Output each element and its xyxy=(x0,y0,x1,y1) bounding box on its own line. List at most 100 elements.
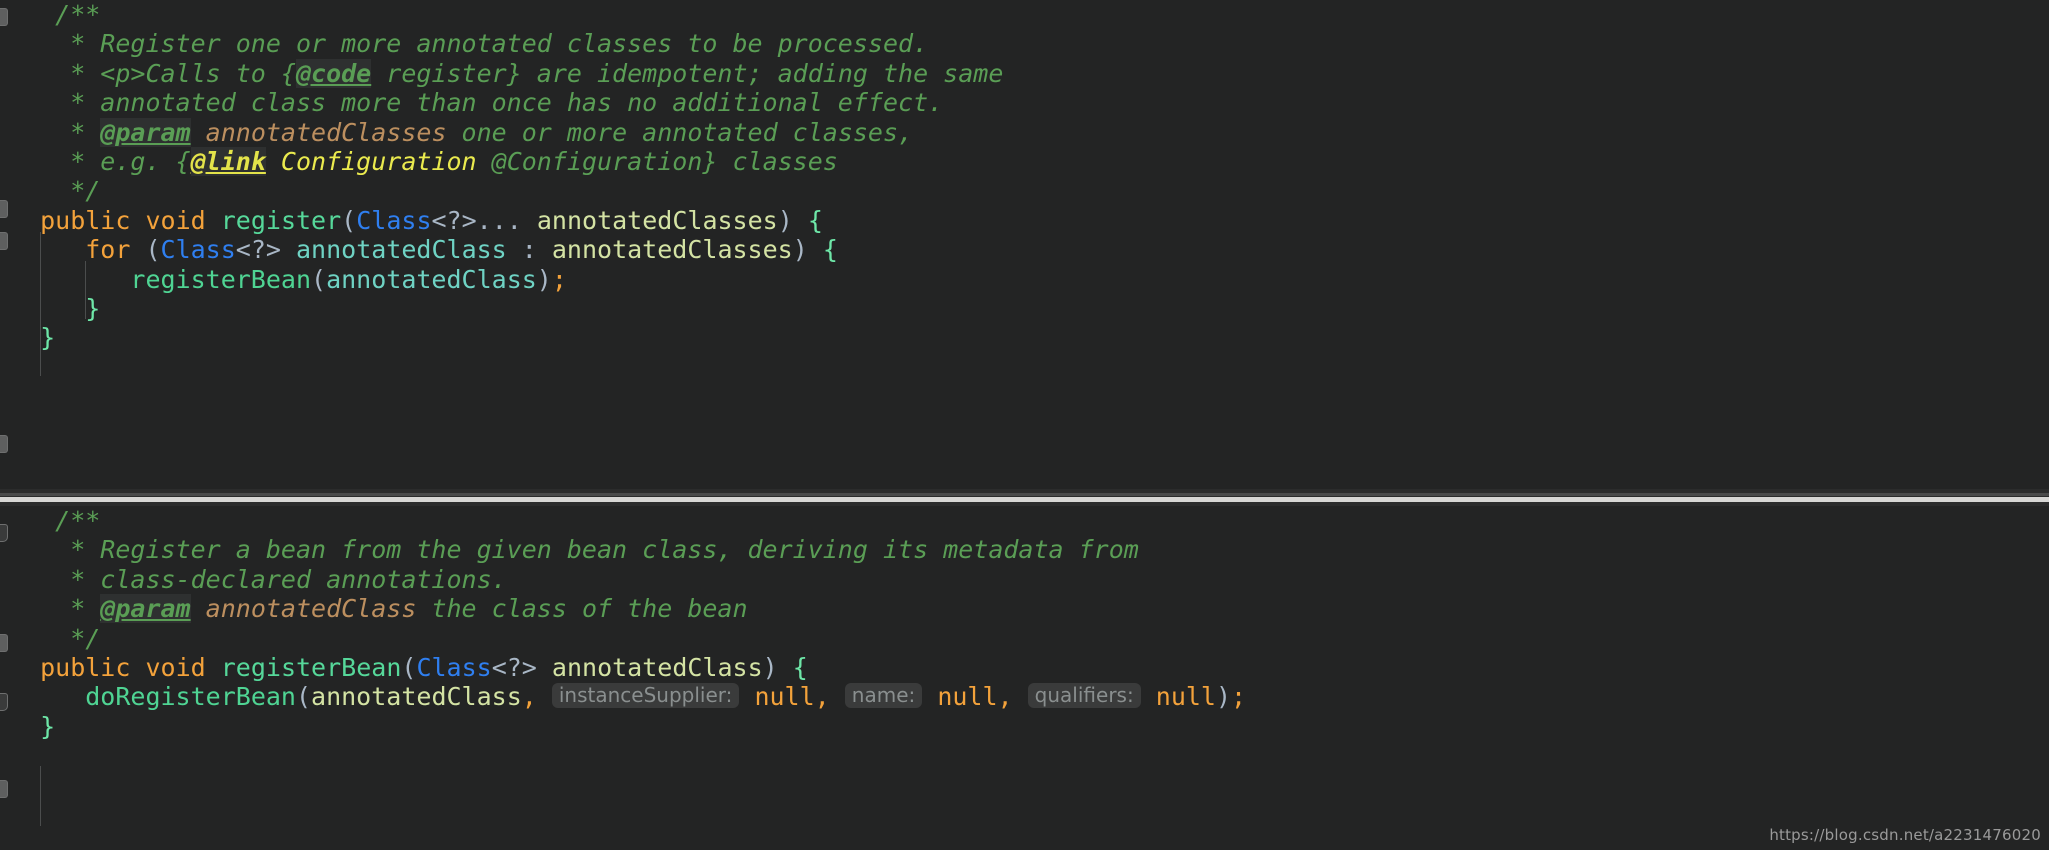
code-token: register} are idempotent; adding the sam… xyxy=(371,58,1004,88)
indent-guide-method xyxy=(40,766,42,826)
indent-guide-method xyxy=(40,232,42,376)
gutter-top[interactable] xyxy=(0,0,12,489)
code-token: @param xyxy=(100,117,191,147)
code-line[interactable]: * <p>Calls to {@code register} are idemp… xyxy=(55,58,1004,88)
code-token: annotatedClass xyxy=(205,594,417,624)
code-line[interactable]: * @param annotatedClasses one or more an… xyxy=(55,117,914,147)
code-line[interactable]: * class-declared annotations. xyxy=(55,565,507,594)
code-token: , xyxy=(814,682,830,712)
code-token: * class-declared annotations. xyxy=(55,564,507,594)
code-token: @Configuration} classes xyxy=(476,147,838,176)
code-token: ; xyxy=(1231,682,1247,712)
gutter-marker-method-tail[interactable] xyxy=(0,780,8,798)
code-token: Class xyxy=(160,235,236,265)
code-token: ( xyxy=(311,264,327,294)
gutter-marker-doregisterbean[interactable] xyxy=(0,693,8,711)
parameter-hint: instanceSupplier: xyxy=(551,683,740,709)
code-token: ; xyxy=(551,264,567,294)
code-line[interactable]: /** xyxy=(55,0,100,29)
code-token: annotatedClass xyxy=(326,264,537,294)
code-line[interactable]: registerBean(annotatedClass); xyxy=(130,265,567,294)
code-token: registerBean xyxy=(130,264,312,294)
code-token: Configuration xyxy=(265,147,477,176)
code-token: annotatedClasses xyxy=(551,235,793,265)
splitter-handle[interactable] xyxy=(0,497,2049,502)
code-token: null xyxy=(1155,682,1216,712)
gutter-marker-javadoc-fold[interactable] xyxy=(0,8,8,26)
gutter-marker-method-register[interactable] xyxy=(0,200,8,218)
code-token: <?> xyxy=(431,205,477,235)
code-token: ) xyxy=(536,264,552,294)
editor-pane-bottom[interactable]: /** * Register a bean from the given bea… xyxy=(0,506,2049,850)
code-token: annotatedClass xyxy=(311,682,522,712)
code-line[interactable]: doRegisterBean(annotatedClass, instanceS… xyxy=(85,682,1246,711)
code-line[interactable]: } xyxy=(40,712,55,741)
watermark-url: https://blog.csdn.net/a2231476020 xyxy=(1769,826,2041,844)
code-token: * <p>Calls to { xyxy=(55,58,296,88)
gutter-marker-method-end[interactable] xyxy=(0,435,8,453)
code-token: public xyxy=(40,205,131,235)
code-token: */ xyxy=(55,176,101,206)
code-token: /** xyxy=(55,506,101,535)
editor-pane-top[interactable]: /** * Register one or more annotated cla… xyxy=(0,0,2049,489)
code-token: annotatedClass xyxy=(296,235,507,265)
code-token: void xyxy=(145,205,206,235)
code-line[interactable]: /** xyxy=(55,506,100,535)
code-line[interactable]: * annotated class more than once has no … xyxy=(55,88,943,117)
code-token: } xyxy=(85,294,101,323)
pane-splitter[interactable] xyxy=(0,489,2049,506)
code-line[interactable]: * e.g. {@link Configuration @Configurati… xyxy=(55,147,838,176)
code-token: * Register one or more annotated classes… xyxy=(55,29,929,59)
code-line[interactable]: public void registerBean(Class<?> annota… xyxy=(40,653,808,682)
code-line[interactable]: * Register a bean from the given bean cl… xyxy=(55,535,1139,564)
gutter-bottom[interactable] xyxy=(0,506,12,850)
code-token: { xyxy=(807,205,823,235)
code-token: register xyxy=(220,205,342,235)
gutter-marker-method-registerbean[interactable] xyxy=(0,634,8,652)
code-token: } xyxy=(40,711,56,741)
code-token: , xyxy=(997,682,1013,712)
code-line[interactable]: for (Class<?> annotatedClass : annotated… xyxy=(85,235,838,264)
code-token: annotatedClasses xyxy=(536,205,778,235)
code-token: ) xyxy=(1215,682,1232,712)
code-token: : xyxy=(506,235,552,265)
gutter-marker-for-loop[interactable] xyxy=(0,232,8,250)
code-line[interactable]: */ xyxy=(55,176,100,205)
code-token: <?> xyxy=(491,653,537,682)
code-token: for xyxy=(85,235,131,265)
code-token: * xyxy=(55,117,101,147)
code-token: * annotated class more than once has no … xyxy=(55,88,944,118)
gutter-marker-override-shield[interactable] xyxy=(0,524,8,542)
code-token: <?> xyxy=(235,235,281,265)
code-token: one or more annotated classes, xyxy=(446,117,914,147)
code-token: doRegisterBean xyxy=(85,682,296,712)
code-token: public xyxy=(40,653,131,682)
code-token: /** xyxy=(55,0,101,29)
code-line[interactable]: public void register(Class<?>... annotat… xyxy=(40,206,823,235)
code-token: null xyxy=(754,682,815,712)
splitter-shadow xyxy=(0,493,2049,496)
code-token: */ xyxy=(55,623,101,653)
code-line[interactable]: * Register one or more annotated classes… xyxy=(55,29,928,58)
code-token: void xyxy=(145,653,206,682)
code-token: Class xyxy=(356,205,432,235)
code-line[interactable]: */ xyxy=(55,624,100,653)
code-token: { xyxy=(792,653,808,682)
code-line[interactable]: } xyxy=(40,323,55,352)
code-line[interactable]: * @param annotatedClass the class of the… xyxy=(55,594,748,624)
code-token: ( xyxy=(401,653,417,682)
code-line[interactable]: } xyxy=(85,294,100,323)
code-token: ( xyxy=(341,205,357,235)
code-token: ) xyxy=(792,235,823,265)
